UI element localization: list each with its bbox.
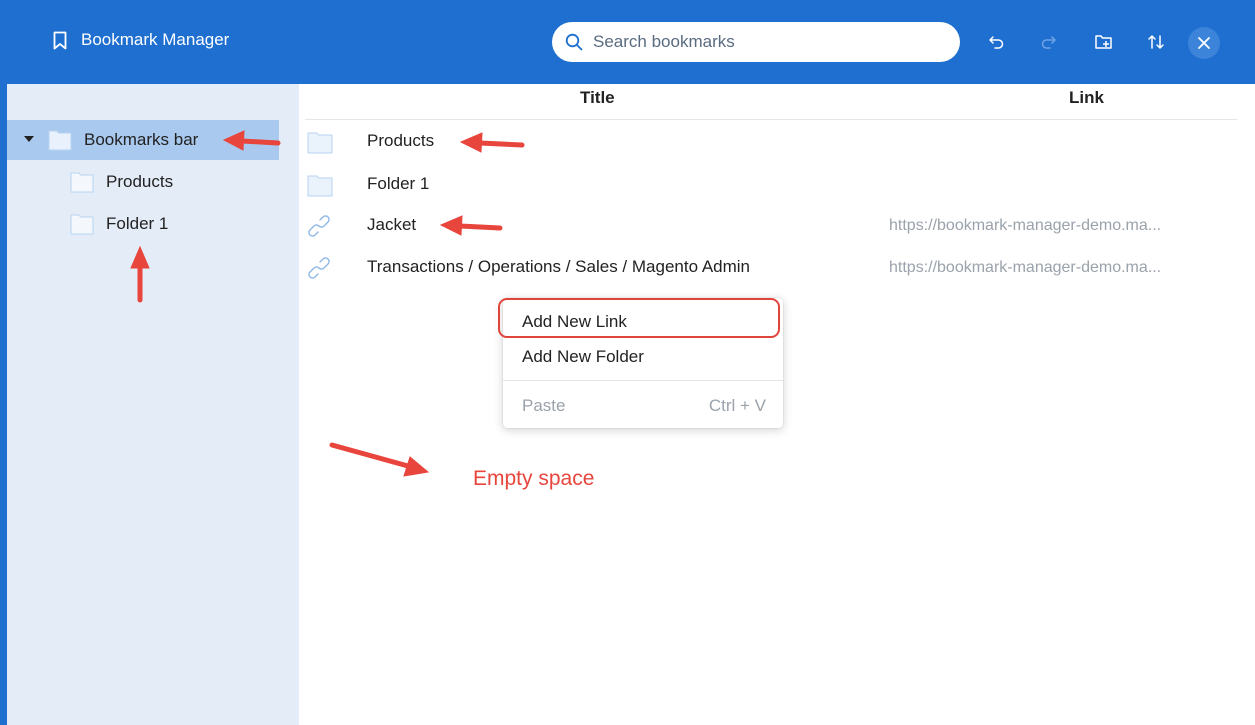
annotation-arrows <box>130 130 525 477</box>
annotation-empty-space-label: Empty space <box>473 467 595 490</box>
bookmark-manager-window: Bookmark Manager Search bookmarks Bookma… <box>0 0 1255 725</box>
